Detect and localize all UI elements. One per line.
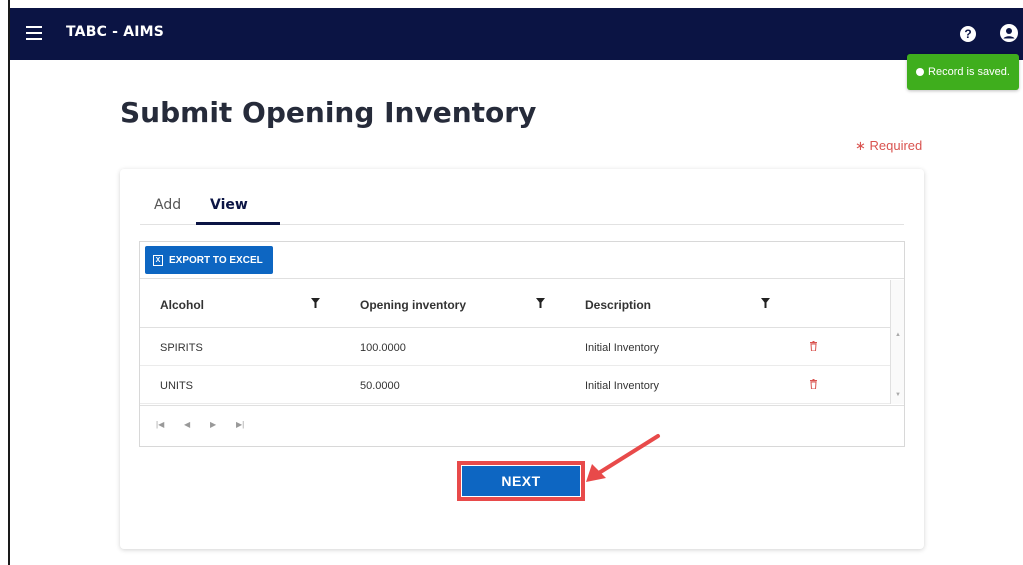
page-title: Submit Opening Inventory: [120, 96, 537, 129]
vertical-scrollbar[interactable]: ▲ ▼: [890, 280, 904, 404]
inventory-card: Add View X EXPORT TO EXCEL Alcohol Openi…: [120, 169, 924, 549]
user-account-icon[interactable]: [1000, 24, 1018, 42]
delete-icon[interactable]: [810, 341, 817, 351]
column-header-opening-inventory[interactable]: Opening inventory: [360, 298, 466, 312]
inventory-grid: X EXPORT TO EXCEL Alcohol Opening invent…: [139, 241, 905, 447]
next-page-icon[interactable]: ▶: [210, 420, 216, 429]
excel-icon: X: [153, 254, 163, 266]
scroll-down-icon[interactable]: ▼: [895, 392, 901, 398]
previous-page-icon[interactable]: ◀: [184, 420, 190, 429]
tab-add[interactable]: Add: [154, 197, 181, 213]
window-frame: [0, 0, 10, 565]
app-title: TABC - AIMS: [66, 24, 165, 40]
toast-message: Record is saved.: [928, 66, 1010, 78]
cell-alcohol: UNITS: [160, 380, 193, 392]
column-header-description[interactable]: Description: [585, 298, 651, 312]
annotation-arrow-icon: [586, 434, 660, 482]
grid-toolbar: X EXPORT TO EXCEL: [140, 242, 904, 279]
cell-opening-inventory: 100.0000: [360, 342, 406, 354]
cell-alcohol: SPIRITS: [160, 342, 203, 354]
tab-bar: Add View: [140, 191, 904, 225]
top-navbar: TABC - AIMS ?: [10, 8, 1023, 60]
cell-opening-inventory: 50.0000: [360, 380, 400, 392]
required-note: ∗ Required: [855, 138, 923, 153]
menu-icon[interactable]: [26, 26, 42, 40]
column-header-alcohol[interactable]: Alcohol: [160, 298, 204, 312]
first-page-icon[interactable]: |◀: [156, 420, 164, 429]
tab-view[interactable]: View: [210, 197, 280, 213]
next-button[interactable]: NEXT: [462, 466, 580, 496]
table-row: SPIRITS 100.0000 Initial Inventory: [140, 329, 890, 366]
filter-icon[interactable]: [536, 298, 545, 308]
grid-header: Alcohol Opening inventory Description: [140, 280, 904, 328]
last-page-icon[interactable]: ▶|: [236, 420, 244, 429]
table-row: UNITS 50.0000 Initial Inventory: [140, 367, 890, 404]
export-to-excel-button[interactable]: X EXPORT TO EXCEL: [145, 246, 273, 274]
filter-icon[interactable]: [761, 298, 770, 308]
cell-description: Initial Inventory: [585, 380, 659, 392]
help-icon[interactable]: ?: [960, 26, 976, 42]
delete-icon[interactable]: [810, 379, 817, 389]
success-toast: Record is saved.: [907, 54, 1019, 90]
scroll-up-icon[interactable]: ▲: [895, 332, 901, 338]
filter-icon[interactable]: [311, 298, 320, 308]
export-label: EXPORT TO EXCEL: [169, 254, 263, 266]
success-dot-icon: [916, 68, 925, 76]
active-tab-indicator: [196, 222, 280, 225]
cell-description: Initial Inventory: [585, 342, 659, 354]
grid-pager: |◀ ◀ ▶ ▶|: [140, 405, 904, 446]
